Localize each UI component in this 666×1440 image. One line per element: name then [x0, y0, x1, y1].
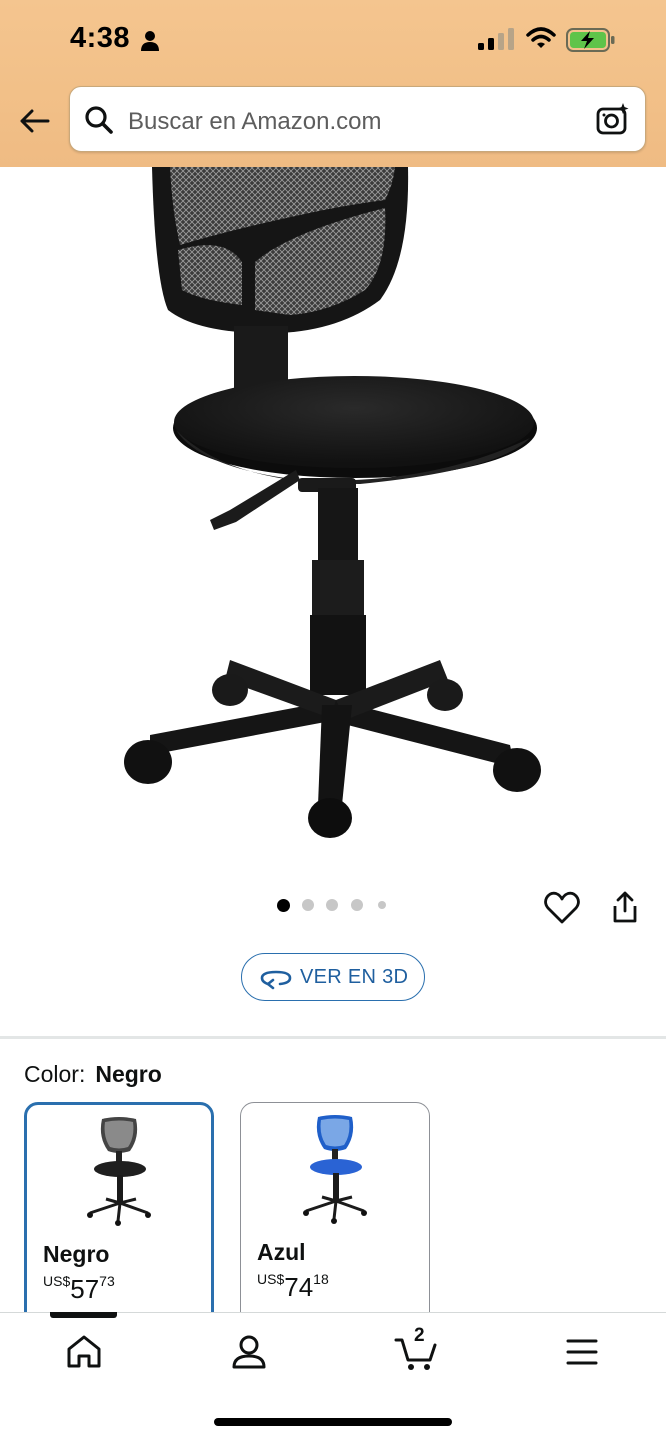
battery-charging-icon [566, 28, 615, 52]
search-input[interactable]: Buscar en Amazon.com [69, 86, 646, 152]
price-currency: US$ [257, 1271, 285, 1287]
price-currency: US$ [43, 1273, 71, 1289]
wifi-icon [526, 27, 556, 48]
back-arrow-icon[interactable] [16, 102, 54, 140]
menu-icon[interactable] [562, 1332, 602, 1372]
color-label: Color: [24, 1061, 86, 1087]
carousel-dot[interactable] [277, 899, 290, 912]
person-icon [141, 31, 159, 51]
camera-search-icon[interactable] [595, 101, 631, 137]
chair-thumbnail-black [87, 1117, 151, 1226]
status-time: 4:38 [70, 22, 131, 54]
color-option-price: US$5773 [43, 1273, 115, 1305]
heart-icon[interactable] [543, 889, 581, 927]
product-image[interactable] [0, 167, 666, 867]
rotate-3d-icon [260, 970, 292, 990]
view-in-3d-button[interactable]: VER EN 3D [241, 953, 425, 1001]
office-chair-image [124, 167, 541, 838]
selected-color-value: Negro [95, 1061, 162, 1087]
color-option-azul[interactable]: Azul US$7418 [240, 1102, 430, 1332]
price-fraction: 73 [99, 1273, 115, 1289]
home-icon[interactable] [64, 1332, 104, 1372]
price-whole: 74 [284, 1272, 314, 1302]
status-bar: 4:38 [0, 0, 666, 80]
cart-count-badge: 2 [414, 1325, 425, 1346]
price-fraction: 18 [313, 1271, 329, 1287]
color-option-name: Negro [43, 1241, 110, 1267]
search-placeholder: Buscar en Amazon.com [128, 108, 382, 135]
color-option-name: Azul [257, 1239, 306, 1265]
section-divider [0, 1036, 666, 1039]
active-tab-indicator [50, 1312, 117, 1318]
carousel-dot[interactable] [351, 899, 363, 911]
account-icon[interactable] [229, 1332, 269, 1372]
color-option-negro[interactable]: Negro US$5773 [24, 1102, 214, 1332]
signal-icon [478, 28, 514, 50]
color-selector-header: Color: Negro [24, 1061, 162, 1088]
share-icon[interactable] [606, 889, 644, 927]
header: 4:38 Buscar en Amazon.com [0, 0, 666, 167]
carousel-dot[interactable] [302, 899, 314, 911]
home-indicator [214, 1418, 452, 1426]
carousel-dot[interactable] [326, 899, 338, 911]
color-option-price: US$7418 [257, 1271, 329, 1303]
screen: 4:38 Buscar en Amazon.com VER EN 3D Colo… [0, 0, 666, 1440]
carousel-dot[interactable] [378, 901, 386, 909]
chair-thumbnail-blue [303, 1115, 367, 1224]
price-whole: 57 [70, 1274, 100, 1304]
search-icon [85, 106, 113, 134]
view-in-3d-label: VER EN 3D [300, 966, 409, 988]
